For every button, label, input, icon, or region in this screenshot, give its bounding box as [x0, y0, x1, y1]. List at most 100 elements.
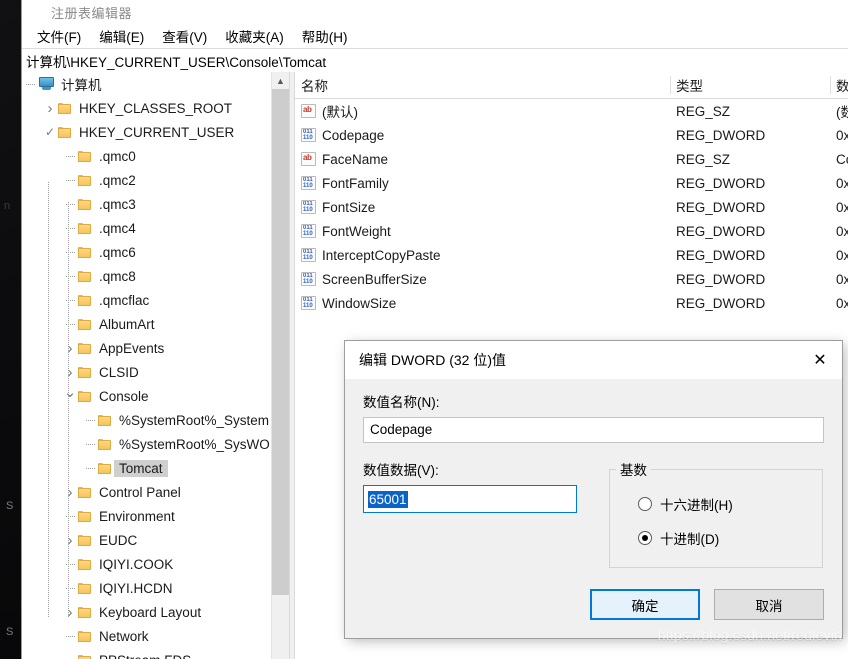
tree-guide-dash	[62, 294, 78, 306]
value-type-cell: REG_DWORD	[676, 199, 766, 215]
value-row[interactable]: Codepage REG_DWORD 0x0	[295, 123, 848, 147]
tree-item[interactable]: .qmcflac	[22, 288, 271, 312]
menu-help[interactable]: 帮助(H)	[293, 24, 357, 48]
value-type-cell: REG_DWORD	[676, 223, 766, 239]
expand-chevron-icon[interactable]	[62, 485, 78, 500]
value-row[interactable]: (默认) REG_SZ (数	[295, 99, 848, 123]
menu-file[interactable]: 文件(F)	[28, 24, 90, 48]
desktop-icon-0[interactable]: n	[4, 200, 10, 212]
value-name: WindowSize	[322, 295, 397, 311]
tree-item-label: Tomcat	[114, 459, 168, 477]
value-type-cell: REG_SZ	[676, 151, 731, 167]
string-value-icon	[301, 152, 316, 166]
column-header-name[interactable]: 名称	[295, 72, 670, 98]
tree-item[interactable]: Environment	[22, 504, 271, 528]
menu-edit[interactable]: 编辑(E)	[90, 24, 153, 48]
value-row[interactable]: WindowSize REG_DWORD 0x0	[295, 291, 848, 315]
tree-guide-dash	[62, 246, 78, 258]
value-row[interactable]: ScreenBufferSize REG_DWORD 0x2	[295, 267, 848, 291]
value-name: FontSize	[322, 199, 376, 215]
close-icon[interactable]: ✕	[798, 341, 842, 379]
value-data-cell: 0x2	[836, 271, 848, 287]
tree-item[interactable]: Keyboard Layout	[22, 600, 271, 624]
expand-chevron-icon[interactable]	[62, 605, 78, 620]
tree-item[interactable]: %SystemRoot%_System	[22, 408, 271, 432]
tree-item-label: .qmc3	[99, 196, 136, 212]
column-header-data[interactable]: 数据	[830, 72, 848, 98]
value-row[interactable]: FaceName REG_SZ Co	[295, 147, 848, 171]
value-type-cell: REG_SZ	[676, 103, 731, 119]
value-name: FontWeight	[322, 223, 391, 239]
tree-item[interactable]: Console	[22, 384, 271, 408]
tree-item[interactable]: CLSID	[22, 360, 271, 384]
expand-chevron-icon[interactable]	[62, 341, 78, 356]
computer-icon	[38, 77, 55, 91]
column-header-type[interactable]: 类型	[670, 72, 830, 98]
value-row[interactable]: FontSize REG_DWORD 0x0	[295, 195, 848, 219]
tree-item[interactable]: IQIYI.HCDN	[22, 576, 271, 600]
radio-decimal[interactable]: 十进制(D)	[610, 521, 822, 555]
value-row[interactable]: FontWeight REG_DWORD 0x0	[295, 219, 848, 243]
value-row[interactable]: FontFamily REG_DWORD 0x0	[295, 171, 848, 195]
value-name-cell: FontFamily	[301, 171, 389, 195]
tree-item[interactable]: %SystemRoot%_SysWO	[22, 432, 271, 456]
tree-item[interactable]: .qmc4	[22, 216, 271, 240]
ok-button[interactable]: 确定	[590, 589, 700, 620]
tree-item[interactable]: .qmc2	[22, 168, 271, 192]
radio-hexadecimal-icon[interactable]	[638, 497, 652, 511]
tree-item-label: HKEY_CURRENT_USER	[79, 124, 235, 140]
tree-guide-dash	[82, 414, 98, 426]
value-name-input[interactable]: Codepage	[363, 417, 824, 443]
radio-hexadecimal[interactable]: 十六进制(H)	[610, 487, 822, 521]
tree-item[interactable]: HKEY_CLASSES_ROOT	[22, 96, 271, 120]
scroll-up-icon[interactable]: ▲	[272, 72, 289, 89]
tree-scrollbar[interactable]: ▲	[271, 72, 289, 659]
tree-item-label: 计算机	[61, 78, 102, 93]
desktop-icon-1[interactable]: S	[6, 500, 13, 512]
tree-item[interactable]: .qmc0	[22, 144, 271, 168]
expanded-check-icon[interactable]	[42, 126, 58, 139]
dialog-buttons: 确定 取消	[590, 589, 824, 620]
tree-item[interactable]: .qmc3	[22, 192, 271, 216]
menu-favorites[interactable]: 收藏夹(A)	[216, 24, 293, 48]
folder-icon	[78, 318, 93, 331]
tree-item[interactable]: AlbumArt	[22, 312, 271, 336]
tree-guide-dash	[62, 558, 78, 570]
tree-item[interactable]: Control Panel	[22, 480, 271, 504]
tree-item[interactable]: Network	[22, 624, 271, 648]
tree-item[interactable]: AppEvents	[22, 336, 271, 360]
tree-item[interactable]: .qmc8	[22, 264, 271, 288]
tree-item-label: .qmc8	[99, 268, 136, 284]
registry-tree[interactable]: 计算机 HKEY_CLASSES_ROOT HKEY_CURRENT_USER .qm…	[22, 72, 271, 659]
value-row[interactable]: InterceptCopyPaste REG_DWORD 0x0	[295, 243, 848, 267]
address-text: 计算机\HKEY_CURRENT_USER\Console\Tomcat	[26, 54, 327, 70]
address-bar[interactable]: 计算机\HKEY_CURRENT_USER\Console\Tomcat	[22, 49, 848, 73]
tree-item-label: .qmcflac	[99, 292, 150, 308]
tree-item-label: .qmc2	[99, 172, 136, 188]
menu-view[interactable]: 查看(V)	[153, 24, 216, 48]
folder-icon	[78, 654, 93, 659]
tree-item-label: Keyboard Layout	[99, 604, 202, 620]
folder-icon	[78, 630, 93, 643]
expand-chevron-icon[interactable]	[42, 101, 58, 116]
collapse-chevron-icon[interactable]	[62, 389, 78, 404]
tree-item[interactable]: IQIYI.COOK	[22, 552, 271, 576]
tree-item[interactable]: EUDC	[22, 528, 271, 552]
folder-icon	[78, 366, 93, 379]
tree-item[interactable]: HKEY_CURRENT_USER	[22, 120, 271, 144]
desktop-icon-2[interactable]: S	[6, 626, 13, 638]
scroll-thumb[interactable]	[272, 89, 289, 595]
expand-chevron-icon[interactable]	[62, 365, 78, 380]
cancel-button[interactable]: 取消	[714, 589, 824, 620]
values-list-header: 名称 类型 数据	[295, 72, 848, 99]
dword-value-icon	[301, 128, 316, 142]
radio-decimal-icon[interactable]	[638, 531, 652, 545]
tree-item[interactable]: PPStream.FDS	[22, 648, 271, 659]
dialog-title: 编辑 DWORD (32 位)值	[359, 352, 506, 368]
tree-item-selected[interactable]: Tomcat	[22, 456, 271, 480]
tree-item[interactable]: 计算机	[22, 72, 271, 96]
expand-chevron-icon[interactable]	[62, 533, 78, 548]
window-title-bar: 注册表编辑器	[22, 0, 848, 24]
value-data-input[interactable]: 65001	[363, 485, 577, 513]
tree-item[interactable]: .qmc6	[22, 240, 271, 264]
